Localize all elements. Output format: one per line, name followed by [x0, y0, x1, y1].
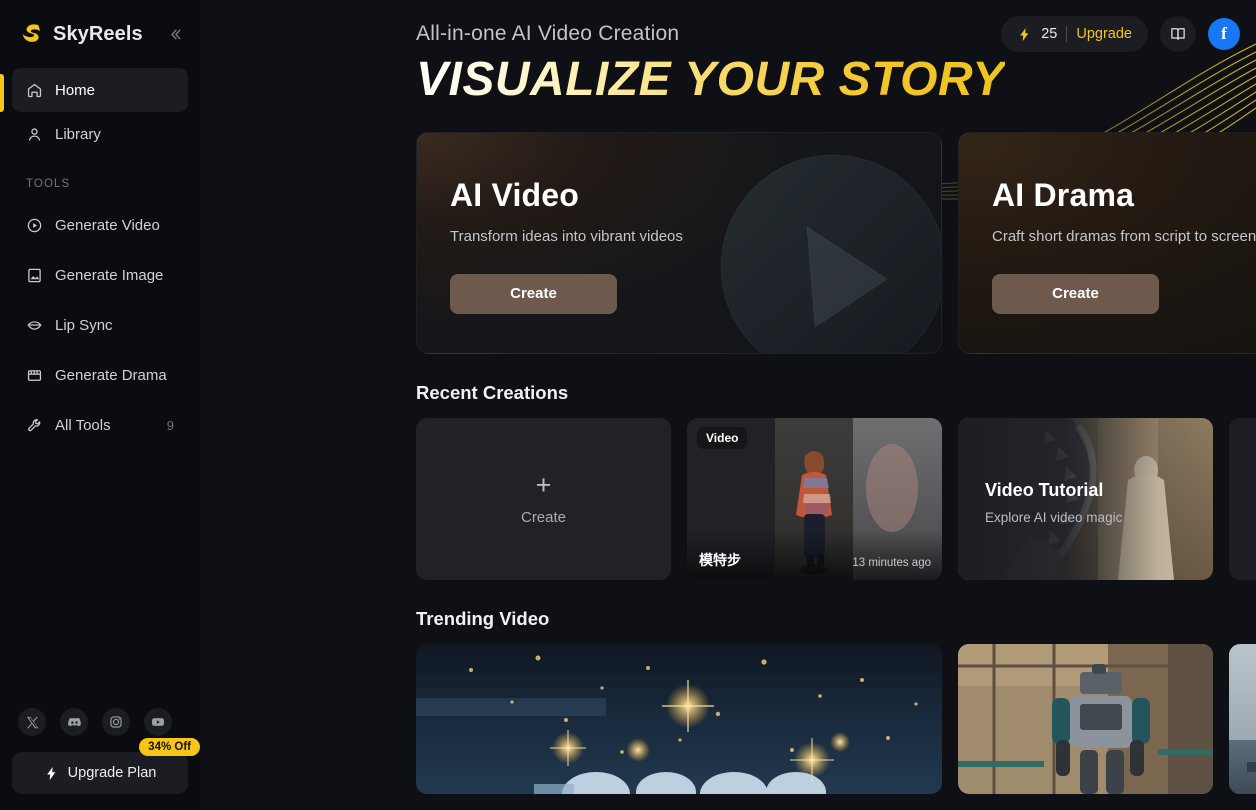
recent-creation-card[interactable]: Video 模特步 13 minutes ago [687, 417, 942, 580]
create-button-ai-video[interactable]: Create [450, 273, 617, 314]
trending-video-card[interactable] [958, 643, 1213, 794]
sidebar-item-generate-video[interactable]: Generate Video [12, 200, 188, 250]
upgrade-plan-label: Upgrade Plan [67, 765, 157, 781]
feature-card-ai-video[interactable]: AI Video Transform ideas into vibrant vi… [416, 131, 942, 354]
tools-section-label: TOOLS [26, 178, 71, 190]
credits-value: 25 [1041, 26, 1058, 42]
tutorial-card-title: Video Tutorial [985, 479, 1104, 500]
feature-card-subtitle: Craft short dramas from script to screen [992, 227, 1256, 245]
sidebar-item-generate-image[interactable]: Generate Image [12, 250, 188, 300]
sidebar-item-label: All Tools [55, 416, 111, 434]
create-new-card[interactable]: + Create [416, 417, 671, 580]
discord-icon[interactable] [60, 708, 88, 736]
bolt-icon [44, 766, 59, 781]
sidebar-item-label: Home [55, 81, 96, 99]
upgrade-link[interactable]: Upgrade [1076, 26, 1132, 42]
feature-card-subtitle: Transform ideas into vibrant videos [450, 227, 683, 245]
tools-nav: Generate Video Generate Image Lip Sync G… [0, 200, 200, 450]
x-twitter-icon[interactable] [18, 708, 46, 736]
trending-video-heading: Trending Video [416, 607, 550, 629]
sidebar-item-lip-sync[interactable]: Lip Sync [12, 300, 188, 350]
trending-video-card[interactable] [1229, 643, 1256, 794]
primary-nav: Home Library [0, 68, 200, 156]
active-nav-indicator [0, 74, 4, 112]
instagram-icon[interactable] [102, 708, 130, 736]
feature-card-body: AI Drama Craft short dramas from script … [959, 133, 1256, 314]
recent-creations-heading: Recent Creations [416, 381, 569, 403]
main-content: 25 Upgrade f All-in-one AI Video Creatio… [200, 0, 1256, 810]
trending-video-row [200, 643, 1256, 794]
divider [1066, 26, 1068, 42]
youtube-icon[interactable] [144, 708, 172, 736]
sidebar-item-all-tools[interactable]: All Tools 9 [12, 400, 188, 450]
tutorial-card-body: Drama Tutorial Master AI drama productio… [1229, 418, 1256, 525]
brand-row: SkyReels [0, 0, 200, 68]
discount-badge: 34% Off [139, 738, 200, 756]
sidebar-item-library[interactable]: Library [12, 112, 188, 156]
feature-card-ai-drama[interactable]: AI Drama Craft short dramas from script … [958, 131, 1256, 354]
create-card-label: Create [520, 508, 567, 526]
wrench-icon [26, 417, 43, 434]
sidebar-item-label: Generate Image [55, 266, 164, 284]
sidebar-item-generate-drama[interactable]: Generate Drama [12, 350, 188, 400]
clapperboard-icon [26, 367, 43, 384]
lips-icon [26, 317, 43, 334]
recent-creation-timestamp: 13 minutes ago [852, 556, 931, 569]
sidebar-item-label: Generate Video [55, 216, 160, 234]
sidebar-item-label: Generate Drama [55, 366, 167, 384]
tutorial-card-body: Video Tutorial Explore AI video magic [958, 418, 1213, 525]
avatar[interactable]: f [1208, 18, 1240, 50]
sidebar-item-label: Library [55, 125, 101, 143]
skyreels-logo-icon [18, 21, 44, 47]
feature-cards: AI Video Transform ideas into vibrant vi… [200, 131, 1256, 354]
media-type-badge: Video [697, 426, 748, 449]
chevron-double-left-icon[interactable] [164, 23, 186, 45]
image-icon [26, 267, 43, 284]
create-button-ai-drama[interactable]: Create [992, 273, 1159, 314]
credits-badge[interactable]: 25 Upgrade [1001, 16, 1148, 52]
all-tools-count: 9 [166, 417, 174, 433]
plus-icon: + [535, 469, 552, 500]
sidebar: SkyReels Home Library TOOLS Generate Vid… [0, 0, 200, 810]
tutorial-card-subtitle: Explore AI video magic [985, 509, 1123, 525]
play-circle-icon [26, 217, 43, 234]
feature-card-body: AI Video Transform ideas into vibrant vi… [417, 133, 941, 314]
brand-name: SkyReels [53, 22, 143, 45]
bolt-icon [1017, 27, 1032, 42]
user-icon [26, 126, 43, 143]
app-root: SkyReels Home Library TOOLS Generate Vid… [0, 0, 1256, 810]
feature-card-title: AI Drama [992, 176, 1135, 213]
topbar: 25 Upgrade f [200, 0, 1256, 68]
feature-card-title: AI Video [450, 176, 580, 213]
sidebar-item-label: Lip Sync [55, 316, 113, 334]
upgrade-plan-wrap: 34% Off Upgrade Plan [12, 738, 200, 794]
tutorial-card-drama[interactable]: Drama Tutorial Master AI drama productio… [1229, 417, 1256, 580]
upgrade-plan-button[interactable]: Upgrade Plan [12, 752, 188, 794]
tutorial-card-video[interactable]: Video Tutorial Explore AI video magic [958, 417, 1213, 580]
sidebar-item-home[interactable]: Home [12, 68, 188, 112]
home-icon [26, 82, 43, 99]
sidebar-footer: 34% Off Upgrade Plan [0, 708, 200, 810]
recent-creation-title: 模特步 [699, 551, 741, 568]
recent-creations-row: + Create Video 模特步 13 minutes ago Video … [200, 417, 1256, 580]
book-icon[interactable] [1160, 16, 1196, 52]
trending-video-card[interactable] [416, 643, 942, 794]
